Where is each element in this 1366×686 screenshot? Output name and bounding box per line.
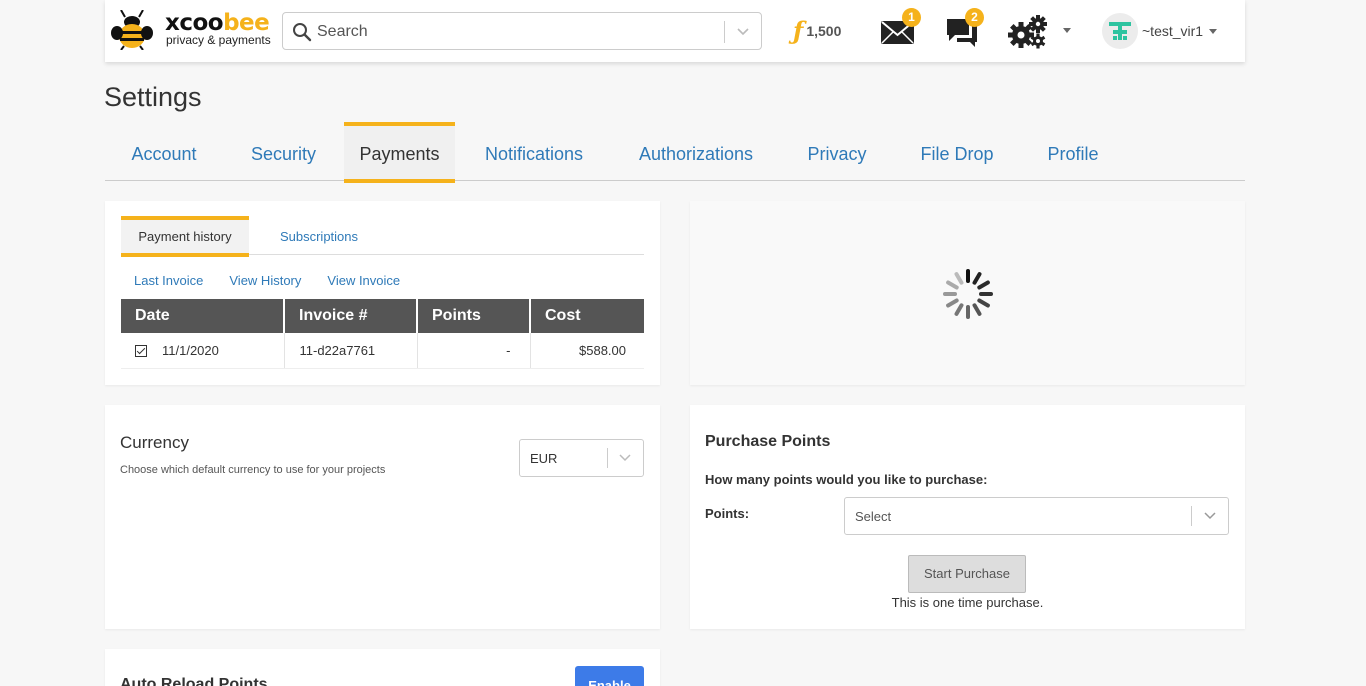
- user-caret-icon: [1209, 28, 1218, 34]
- subtab-payment-history[interactable]: Payment history: [121, 216, 249, 257]
- tab-payments[interactable]: Payments: [344, 122, 455, 183]
- tab-account[interactable]: Account: [105, 122, 223, 182]
- invoice-links: Last Invoice View History View Invoice: [134, 273, 400, 288]
- table-header-row: Date Invoice # Points Cost: [121, 299, 644, 333]
- mail-badge: 1: [902, 8, 921, 27]
- settings-caret-icon: [1063, 28, 1071, 33]
- tab-authorizations[interactable]: Authorizations: [613, 122, 779, 182]
- points-icon: ƒ: [793, 16, 804, 45]
- search-separator: [724, 21, 725, 43]
- tab-notifications[interactable]: Notifications: [455, 122, 613, 182]
- search-input[interactable]: [317, 21, 717, 43]
- tab-profile[interactable]: Profile: [1019, 122, 1127, 182]
- loading-card: [690, 201, 1245, 385]
- settings-tabs: Account Security Payments Notifications …: [105, 122, 1245, 183]
- cost-cell: $588.00: [530, 333, 644, 369]
- tab-file-drop[interactable]: File Drop: [895, 122, 1019, 182]
- currency-selected-value: EUR: [530, 451, 558, 466]
- subtab-subscriptions[interactable]: Subscriptions: [261, 216, 377, 256]
- points-select-placeholder: Select: [855, 509, 892, 524]
- payment-subtabs: Payment history Subscriptions: [121, 216, 644, 257]
- column-header-points[interactable]: Points: [417, 299, 531, 333]
- tab-privacy[interactable]: Privacy: [779, 122, 895, 182]
- currency-card: Currency Choose which default currency t…: [105, 405, 660, 629]
- points-label: Points:: [705, 506, 750, 521]
- column-header-invoice[interactable]: Invoice #: [284, 299, 418, 333]
- points-select[interactable]: Select: [844, 497, 1229, 535]
- points-balance[interactable]: ƒ 1,500: [793, 18, 841, 44]
- username: ~test_vir1: [1142, 23, 1204, 39]
- auto-reload-title: Auto Reload Points: [120, 676, 268, 686]
- table-row[interactable]: 11/1/2020 11-d22a7761 - $588.00: [121, 333, 644, 369]
- last-invoice-link[interactable]: Last Invoice: [134, 273, 203, 288]
- points-value: 1,500: [806, 23, 842, 39]
- auto-reload-card: Auto Reload Points Enable: [105, 649, 660, 686]
- purchase-note: This is one time purchase.: [891, 595, 1044, 610]
- logo-tagline: privacy & payments: [166, 33, 271, 47]
- logo-wordmark: xcoobee: [165, 10, 270, 36]
- currency-description: Choose which default currency to use for…: [120, 464, 386, 476]
- column-header-date[interactable]: Date: [121, 299, 285, 333]
- avatar-identicon-icon: [1109, 22, 1131, 40]
- search-box[interactable]: [282, 12, 762, 50]
- invoice-cell: 11-d22a7761: [284, 333, 418, 369]
- row-checkbox[interactable]: [135, 345, 147, 358]
- search-icon: [293, 23, 312, 42]
- xcoobee-logo[interactable]: xcoobee privacy & payments: [111, 9, 271, 51]
- purchase-points-card: Purchase Points How many points would yo…: [690, 405, 1245, 629]
- points-select-separator: [1191, 506, 1192, 526]
- view-history-link[interactable]: View History: [229, 273, 301, 288]
- chevron-down-icon[interactable]: [1203, 509, 1217, 523]
- chevron-down-icon[interactable]: [618, 451, 632, 465]
- user-menu[interactable]: ~test_vir1: [1102, 12, 1218, 50]
- view-invoice-link[interactable]: View Invoice: [327, 273, 400, 288]
- column-header-cost[interactable]: Cost: [530, 299, 644, 333]
- currency-select[interactable]: EUR: [519, 439, 644, 477]
- avatar: [1102, 13, 1138, 49]
- page-title: Settings: [104, 82, 202, 112]
- payment-history-card: Payment history Subscriptions Last Invoi…: [105, 201, 660, 385]
- top-navbar: xcoobee privacy & payments ƒ 1,500 1 2: [105, 0, 1245, 62]
- bee-icon: [111, 10, 153, 50]
- settings-menu[interactable]: [1007, 13, 1071, 54]
- gears-icon: [1008, 15, 1047, 49]
- chevron-down-icon[interactable]: [735, 24, 751, 40]
- enable-auto-reload-button[interactable]: Enable: [575, 666, 644, 686]
- loading-spinner-icon: [943, 269, 993, 319]
- tab-security[interactable]: Security: [223, 122, 344, 182]
- currency-title: Currency: [120, 433, 189, 452]
- date-cell: 11/1/2020: [121, 333, 285, 369]
- points-cell: -: [417, 333, 531, 369]
- chat-badge: 2: [965, 8, 984, 27]
- purchase-question: How many points would you like to purcha…: [705, 472, 988, 487]
- date-value: 11/1/2020: [162, 342, 219, 358]
- start-purchase-button[interactable]: Start Purchase: [908, 555, 1026, 593]
- payment-history-table: Date Invoice # Points Cost 11/1/2020 11-…: [121, 299, 644, 369]
- currency-select-separator: [607, 448, 608, 468]
- purchase-title: Purchase Points: [705, 433, 831, 450]
